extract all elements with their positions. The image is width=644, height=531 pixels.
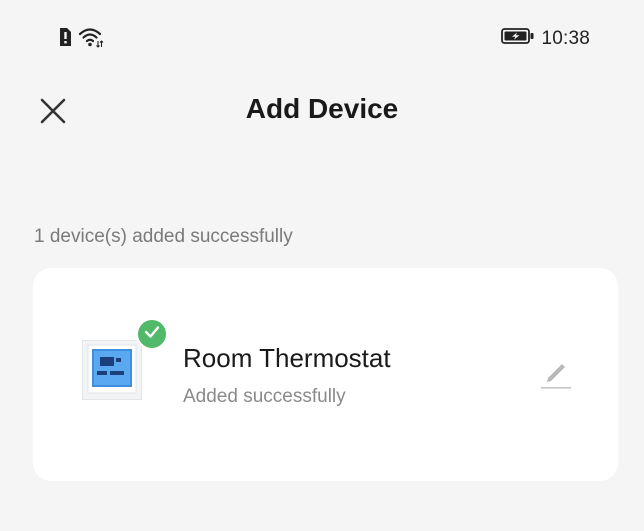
status-right: 10:38 <box>501 27 590 50</box>
pencil-icon <box>539 364 573 394</box>
page-title: Add Device <box>245 93 399 124</box>
device-thumbnail <box>81 339 143 401</box>
success-summary: 1 device(s) added successfully <box>34 226 293 247</box>
header: Add Device <box>0 80 644 140</box>
status-left-icons <box>58 26 104 53</box>
device-status: Added successfully <box>183 386 346 407</box>
status-bar: 10:38 <box>0 0 644 70</box>
device-card[interactable]: Room Thermostat Added successfully <box>33 268 618 481</box>
sim-alert-icon <box>58 27 72 52</box>
success-badge <box>136 318 168 350</box>
check-icon <box>144 325 160 344</box>
battery-charging-icon <box>501 27 535 50</box>
device-name: Room Thermostat <box>183 343 391 373</box>
edit-name-button[interactable] <box>539 356 573 390</box>
clock-time: 10:38 <box>541 27 590 49</box>
wifi-icon <box>78 26 104 53</box>
